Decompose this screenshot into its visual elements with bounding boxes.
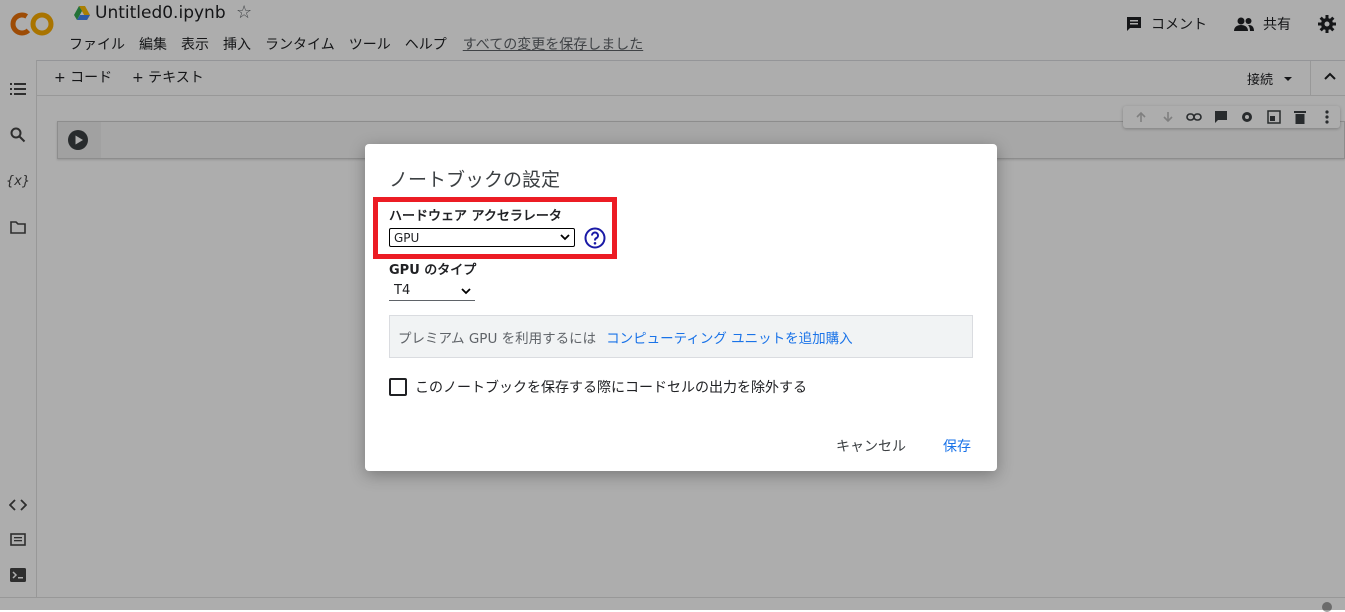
premium-gpu-info: プレミアム GPU を利用するには コンピューティング ユニットを追加購入	[389, 315, 973, 358]
chevron-down-icon	[461, 288, 471, 295]
highlight-annotation-box	[373, 197, 617, 259]
premium-gpu-text: プレミアム GPU を利用するには	[398, 330, 597, 347]
omit-output-checkbox[interactable]	[389, 378, 407, 396]
gpu-type-select[interactable]: T4	[389, 281, 475, 301]
notebook-settings-dialog: ノートブックの設定 ハードウェア アクセラレータ GPU GPU のタイプ T4…	[365, 144, 997, 471]
cancel-button[interactable]: キャンセル	[836, 436, 906, 456]
dialog-title: ノートブックの設定	[389, 169, 561, 191]
buy-compute-units-link[interactable]: コンピューティング ユニットを追加購入	[606, 327, 852, 347]
omit-output-label[interactable]: このノートブックを保存する際にコードセルの出力を除外する	[415, 377, 807, 397]
gpu-type-value: T4	[394, 283, 411, 298]
save-button[interactable]: 保存	[943, 436, 971, 456]
gpu-type-label: GPU のタイプ	[389, 263, 477, 278]
